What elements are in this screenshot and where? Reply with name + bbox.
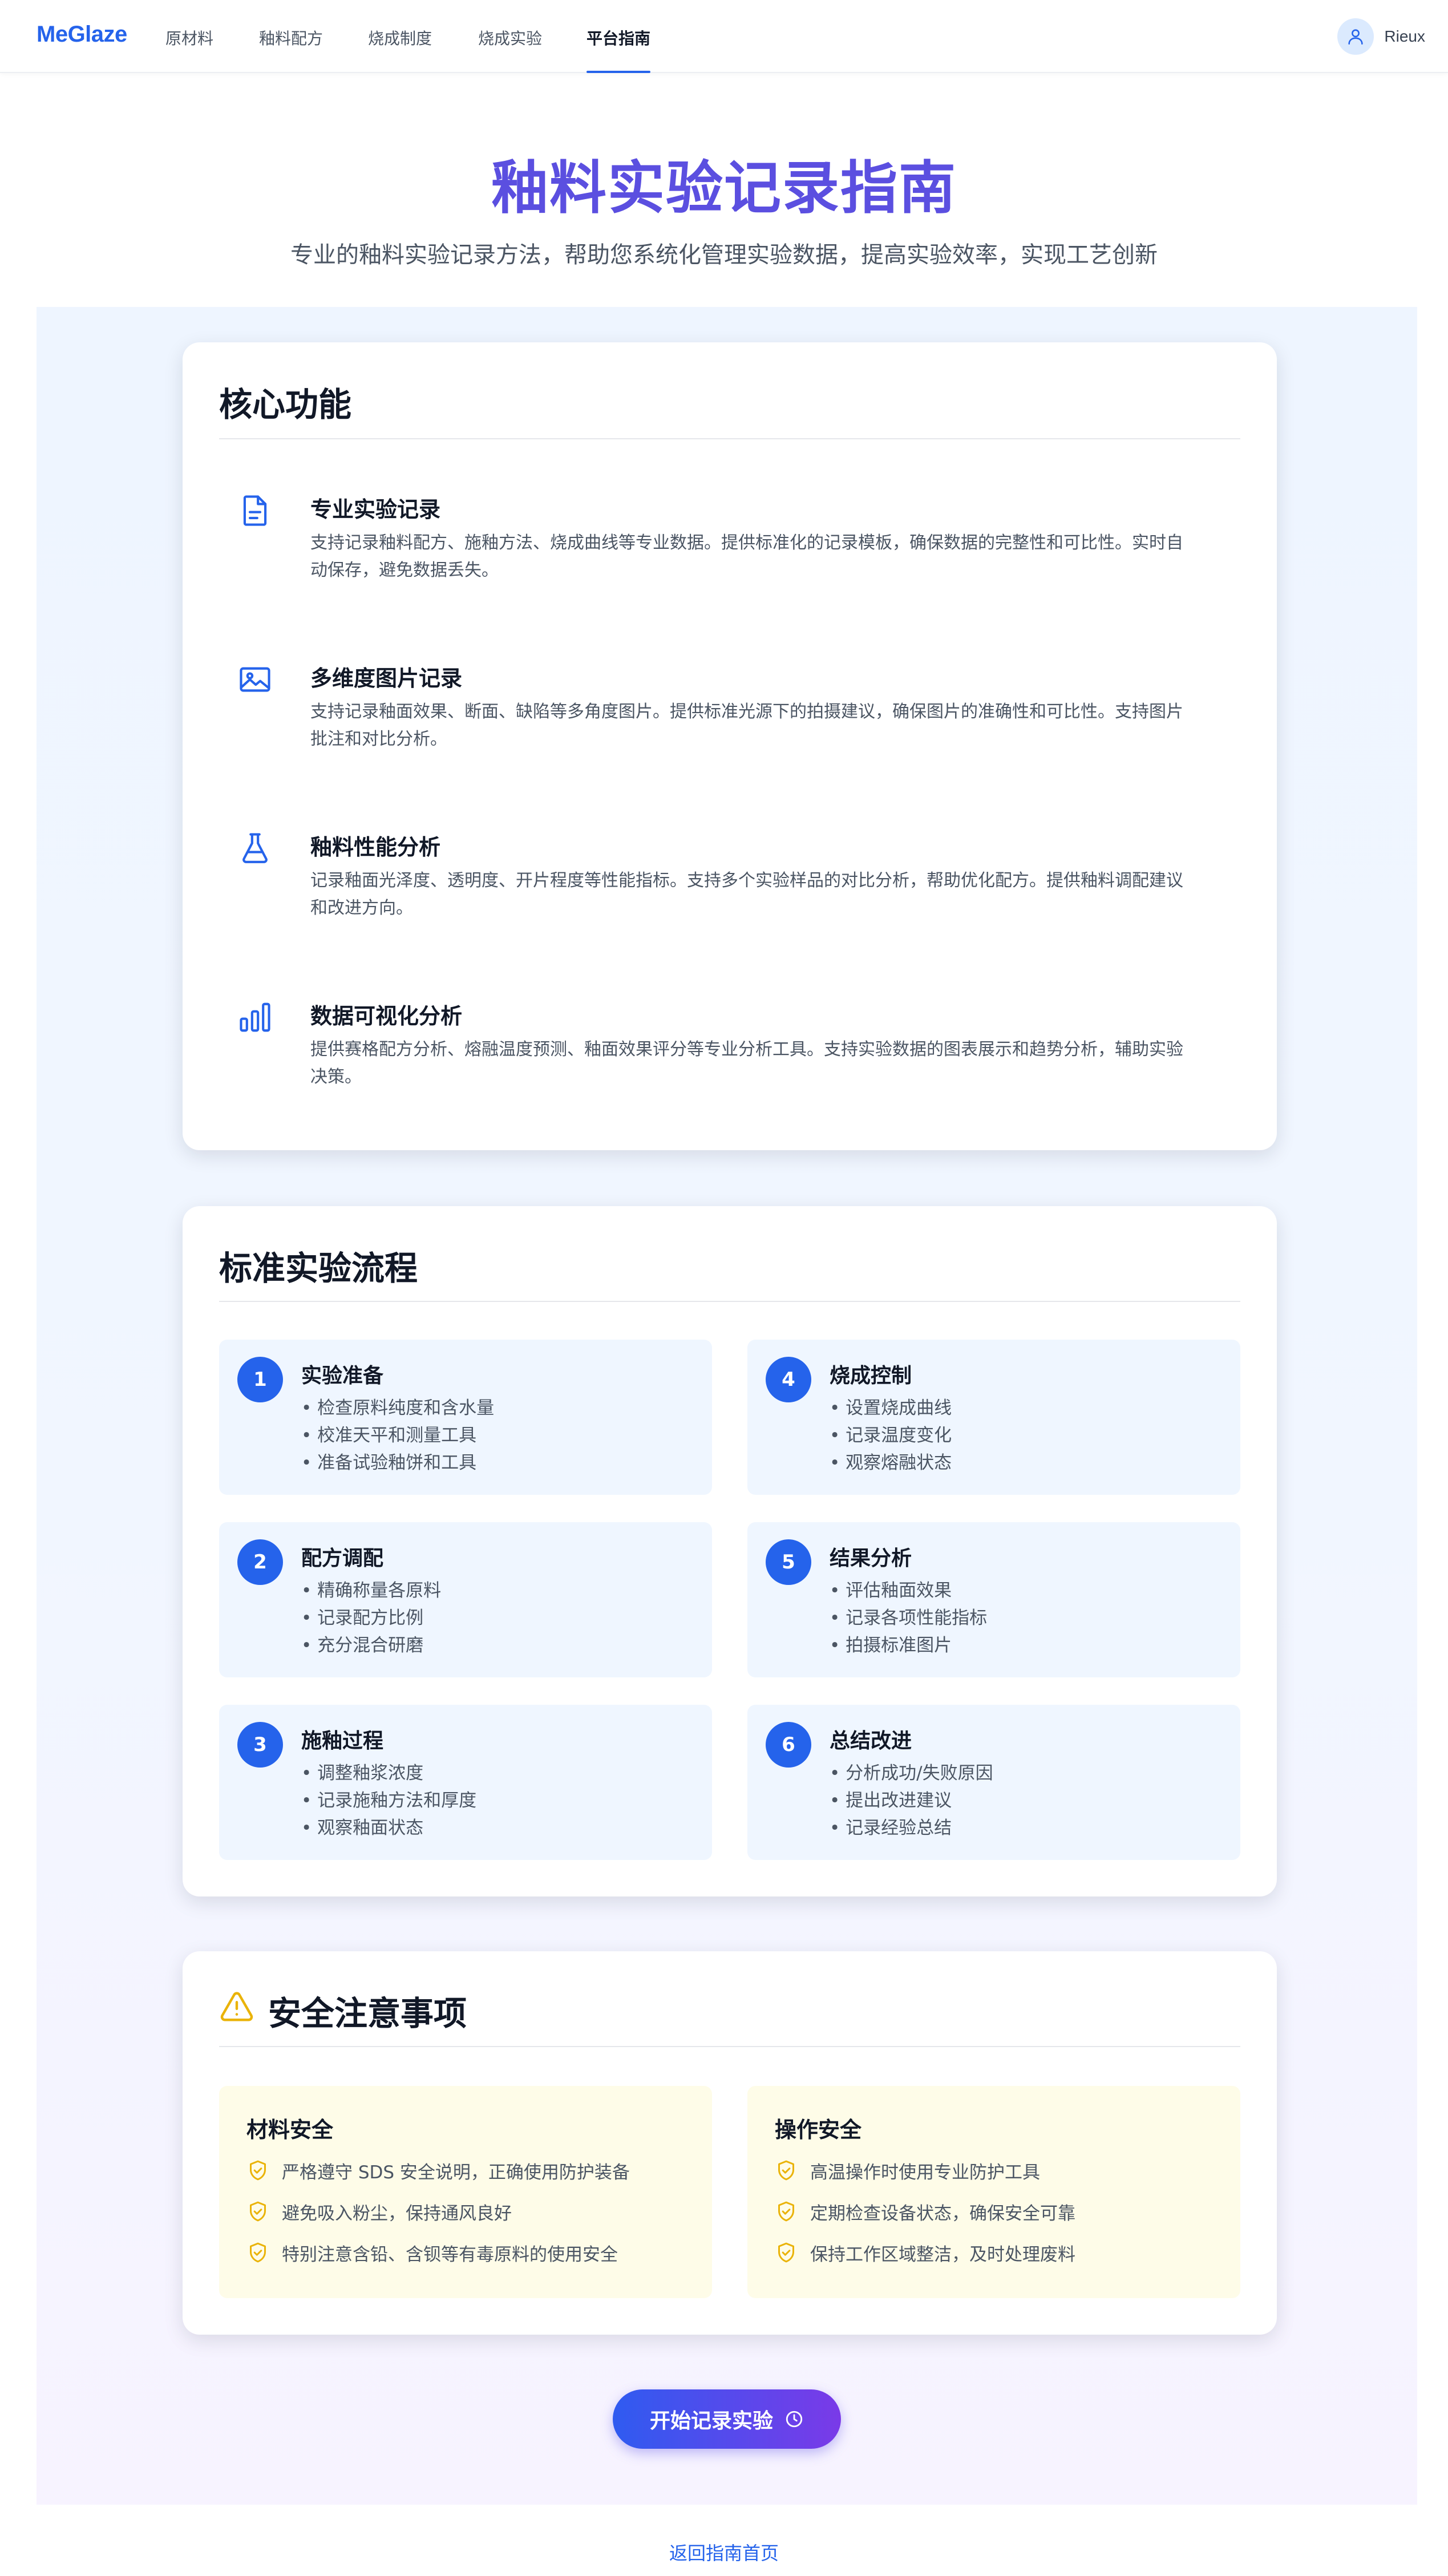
flask-icon [242, 833, 268, 863]
list-item: 记录温度变化 [830, 1422, 952, 1449]
list-item: 校准天平和测量工具 [301, 1422, 494, 1449]
list-item: 精确称量各原料 [301, 1577, 441, 1604]
step-title: 结果分析 [830, 1547, 912, 1570]
list-item: 设置烧成曲线 [830, 1394, 952, 1422]
safety-group-title: 材料安全 [246, 2117, 334, 2142]
list-item: 观察釉面状态 [301, 1814, 476, 1842]
step-number: 1 [237, 1357, 283, 1402]
step-number: 5 [766, 1539, 811, 1585]
step-list: 调整釉浆浓度 记录施釉方法和厚度 观察釉面状态 [301, 1760, 476, 1842]
step-list: 分析成功/失败原因 提出改进建议 记录经验总结 [830, 1760, 993, 1842]
list-item: 评估釉面效果 [830, 1577, 987, 1604]
shield-check-icon [778, 2160, 794, 2181]
nav-item-materials[interactable]: 原材料 [165, 26, 213, 73]
list-item: 充分混合研磨 [301, 1632, 441, 1659]
step-title: 实验准备 [301, 1364, 384, 1388]
safety-item: 保持工作区域整洁，及时处理废料 [775, 2239, 1075, 2266]
bar-chart-icon [240, 1002, 270, 1032]
back-to-guide-link[interactable]: 返回指南首页 [0, 2539, 1448, 2565]
page-title: 釉料实验记录指南 [491, 155, 957, 221]
feature-title: 釉料性能分析 [310, 835, 441, 860]
image-icon [240, 667, 270, 692]
shield-check-icon [778, 2242, 794, 2263]
step-card-1: 1 实验准备 检查原料纯度和含水量 校准天平和测量工具 准备试验釉饼和工具 [219, 1340, 712, 1495]
safety-title: 安全注意事项 [268, 1994, 467, 2033]
core-features-card: 核心功能 专业实验记录 支持记录釉料配方、施釉方法、烧成曲线等专业数据。提供标准… [183, 342, 1277, 1150]
step-title: 施釉过程 [301, 1729, 384, 1753]
list-item: 提出改进建议 [830, 1787, 993, 1814]
divider [219, 2046, 1240, 2047]
list-item: 记录施釉方法和厚度 [301, 1787, 476, 1814]
list-item: 观察熔融状态 [830, 1449, 952, 1477]
step-list: 检查原料纯度和含水量 校准天平和测量工具 准备试验釉饼和工具 [301, 1394, 494, 1477]
nav-item-firing-schedules[interactable]: 烧成制度 [368, 26, 432, 73]
safety-item: 特别注意含铅、含钡等有毒原料的使用安全 [246, 2239, 618, 2266]
material-safety-box: 材料安全 严格遵守 SDS 安全说明，正确使用防护装备 避免吸入粉尘，保持通风良… [219, 2086, 712, 2298]
nav-item-firing-experiments[interactable]: 烧成实验 [478, 26, 542, 73]
divider [219, 438, 1240, 439]
step-number: 6 [766, 1722, 811, 1768]
safety-item: 高温操作时使用专业防护工具 [775, 2157, 1040, 2184]
core-features-title: 核心功能 [219, 385, 352, 424]
safety-group-title: 操作安全 [775, 2117, 862, 2142]
list-item: 检查原料纯度和含水量 [301, 1394, 494, 1422]
operation-safety-box: 操作安全 高温操作时使用专业防护工具 定期检查设备状态，确保安全可靠 保持工作区… [747, 2086, 1240, 2298]
feature-title: 多维度图片记录 [310, 666, 463, 691]
step-number: 3 [237, 1722, 283, 1768]
shield-check-icon [250, 2201, 266, 2222]
clock-icon [786, 2411, 803, 2428]
start-recording-label: 开始记录实验 [649, 2409, 773, 2433]
step-list: 精确称量各原料 记录配方比例 充分混合研磨 [301, 1577, 441, 1659]
feature-description: 记录釉面光泽度、透明度、开片程度等性能指标。支持多个实验样品的对比分析，帮助优化… [310, 871, 1183, 918]
avatar[interactable] [1337, 18, 1374, 55]
step-number: 4 [766, 1357, 811, 1402]
feature-description: 支持记录釉面效果、断面、缺陷等多角度图片。提供标准光源下的拍摄建议，确保图片的准… [310, 702, 1183, 749]
top-nav: MeGlaze 原材料 釉料配方 烧成制度 烧成实验 平台指南 Rieux [0, 0, 1448, 73]
nav-item-glaze-recipes[interactable]: 釉料配方 [259, 26, 323, 73]
shield-check-icon [778, 2201, 794, 2222]
safety-item: 严格遵守 SDS 安全说明，正确使用防护装备 [246, 2157, 630, 2184]
step-card-3: 3 施釉过程 调整釉浆浓度 记录施釉方法和厚度 观察釉面状态 [219, 1705, 712, 1860]
warning-icon [220, 1992, 253, 2021]
user-menu[interactable]: Rieux [1337, 18, 1425, 55]
safety-card: 安全注意事项 材料安全 严格遵守 SDS 安全说明，正确使用防护装备 避免吸入粉… [183, 1951, 1277, 2335]
list-item: 记录配方比例 [301, 1604, 441, 1632]
list-item: 记录经验总结 [830, 1814, 993, 1842]
step-title: 烧成控制 [830, 1364, 912, 1388]
step-card-2: 2 配方调配 精确称量各原料 记录配方比例 充分混合研磨 [219, 1522, 712, 1677]
step-card-4: 4 烧成控制 设置烧成曲线 记录温度变化 观察熔融状态 [747, 1340, 1240, 1495]
step-card-5: 5 结果分析 评估釉面效果 记录各项性能指标 拍摄标准图片 [747, 1522, 1240, 1677]
step-number: 2 [237, 1539, 283, 1585]
brand-logo[interactable]: MeGlaze [37, 22, 127, 47]
page-subtitle: 专业的釉料实验记录方法，帮助您系统化管理实验数据，提高实验效率，实现工艺创新 [290, 242, 1158, 268]
shield-check-icon [250, 2160, 266, 2181]
step-card-6: 6 总结改进 分析成功/失败原因 提出改进建议 记录经验总结 [747, 1705, 1240, 1860]
document-icon [243, 495, 267, 526]
list-item: 准备试验釉饼和工具 [301, 1449, 494, 1477]
list-item: 拍摄标准图片 [830, 1632, 987, 1659]
list-item: 分析成功/失败原因 [830, 1760, 993, 1787]
user-icon [1348, 29, 1364, 45]
divider [219, 1301, 1240, 1302]
list-item: 调整釉浆浓度 [301, 1760, 476, 1787]
feature-title: 数据可视化分析 [310, 1004, 463, 1029]
step-list: 评估釉面效果 记录各项性能指标 拍摄标准图片 [830, 1577, 987, 1659]
standard-process-card: 标准实验流程 1 实验准备 检查原料纯度和含水量 校准天平和测量工具 准备试验釉… [183, 1206, 1277, 1896]
nav-item-platform-guide[interactable]: 平台指南 [587, 26, 651, 73]
list-item: 记录各项性能指标 [830, 1604, 987, 1632]
feature-description: 提供赛格配方分析、熔融温度预测、釉面效果评分等专业分析工具。支持实验数据的图表展… [310, 1040, 1183, 1087]
start-recording-button[interactable]: 开始记录实验 [613, 2389, 841, 2449]
feature-description: 支持记录釉料配方、施釉方法、烧成曲线等专业数据。提供标准化的记录模板，确保数据的… [310, 533, 1183, 580]
safety-item: 避免吸入粉尘，保持通风良好 [246, 2198, 512, 2225]
feature-title: 专业实验记录 [310, 497, 441, 522]
step-title: 总结改进 [830, 1729, 912, 1753]
safety-item: 定期检查设备状态，确保安全可靠 [775, 2198, 1075, 2225]
user-name: Rieux [1384, 27, 1425, 45]
shield-check-icon [250, 2242, 266, 2263]
process-title: 标准实验流程 [219, 1249, 418, 1288]
step-list: 设置烧成曲线 记录温度变化 观察熔融状态 [830, 1394, 952, 1477]
step-title: 配方调配 [301, 1547, 384, 1570]
